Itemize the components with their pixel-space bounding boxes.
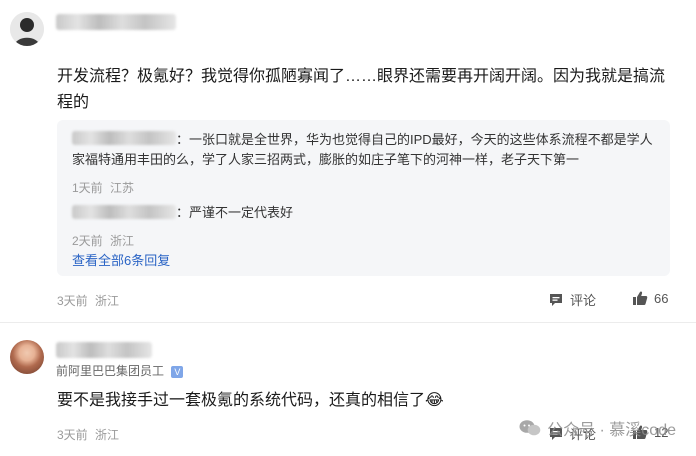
comment-label: 评论	[570, 293, 597, 308]
username-blurred[interactable]	[56, 14, 176, 30]
comment-meta: 3天前 浙江	[57, 292, 119, 309]
reply-time: 2天前	[72, 234, 103, 248]
username-blurred[interactable]	[56, 342, 152, 358]
comment-time: 3天前	[57, 294, 88, 308]
comment-text: 要不是我接手过一套极氪的系统代码，还真的相信了😂	[57, 388, 444, 414]
reply-text: ：一张口就是全世界，华为也觉得自己的IPD最好，今天的这些体系流程不都是学人家福…	[72, 132, 653, 167]
avatar[interactable]	[10, 340, 44, 374]
like-button[interactable]: 66	[632, 290, 668, 306]
divider	[0, 322, 696, 323]
comment-meta: 3天前 浙江	[57, 426, 119, 443]
like-count: 66	[654, 290, 669, 306]
reply-text: ：严谨不一定代表好	[176, 205, 294, 220]
reply-username-blurred[interactable]	[72, 205, 176, 219]
reply-meta: 1天前 江苏	[72, 179, 134, 196]
reply-time: 1天前	[72, 181, 103, 195]
reply-location: 浙江	[110, 234, 135, 248]
thumbs-up-icon	[633, 291, 648, 305]
comment-location: 浙江	[95, 294, 120, 308]
reply-location: 江苏	[110, 181, 135, 195]
watermark: 公众号 · 慕溪code	[519, 416, 676, 440]
user-tag: 前阿里巴巴集团员工 V	[56, 362, 184, 379]
user-avatar-icon	[10, 12, 44, 46]
verified-icon: V	[171, 365, 184, 378]
comment-location: 浙江	[95, 428, 120, 442]
comment-text: 开发流程？极氪好？我觉得你孤陋寡闻了……眼界还需要再开阔开阔。因为我就是搞流程的	[57, 68, 666, 111]
avatar[interactable]	[10, 12, 44, 46]
wechat-icon	[519, 420, 541, 436]
comment-text-body: 要不是我接手过一套极氪的系统代码，还真的相信了	[57, 392, 426, 409]
comment-icon	[550, 293, 562, 306]
laughing-emoji-icon: 😂	[425, 392, 444, 409]
user-tag-text: 前阿里巴巴集团员工	[56, 364, 165, 378]
watermark-text: 公众号 · 慕溪code	[547, 422, 676, 439]
comment-time: 3天前	[57, 428, 88, 442]
view-all-replies-link[interactable]: 查看全部6条回复	[72, 250, 170, 269]
reply-meta: 2天前 浙江	[72, 232, 134, 249]
comment-button[interactable]: 评论	[548, 290, 596, 309]
